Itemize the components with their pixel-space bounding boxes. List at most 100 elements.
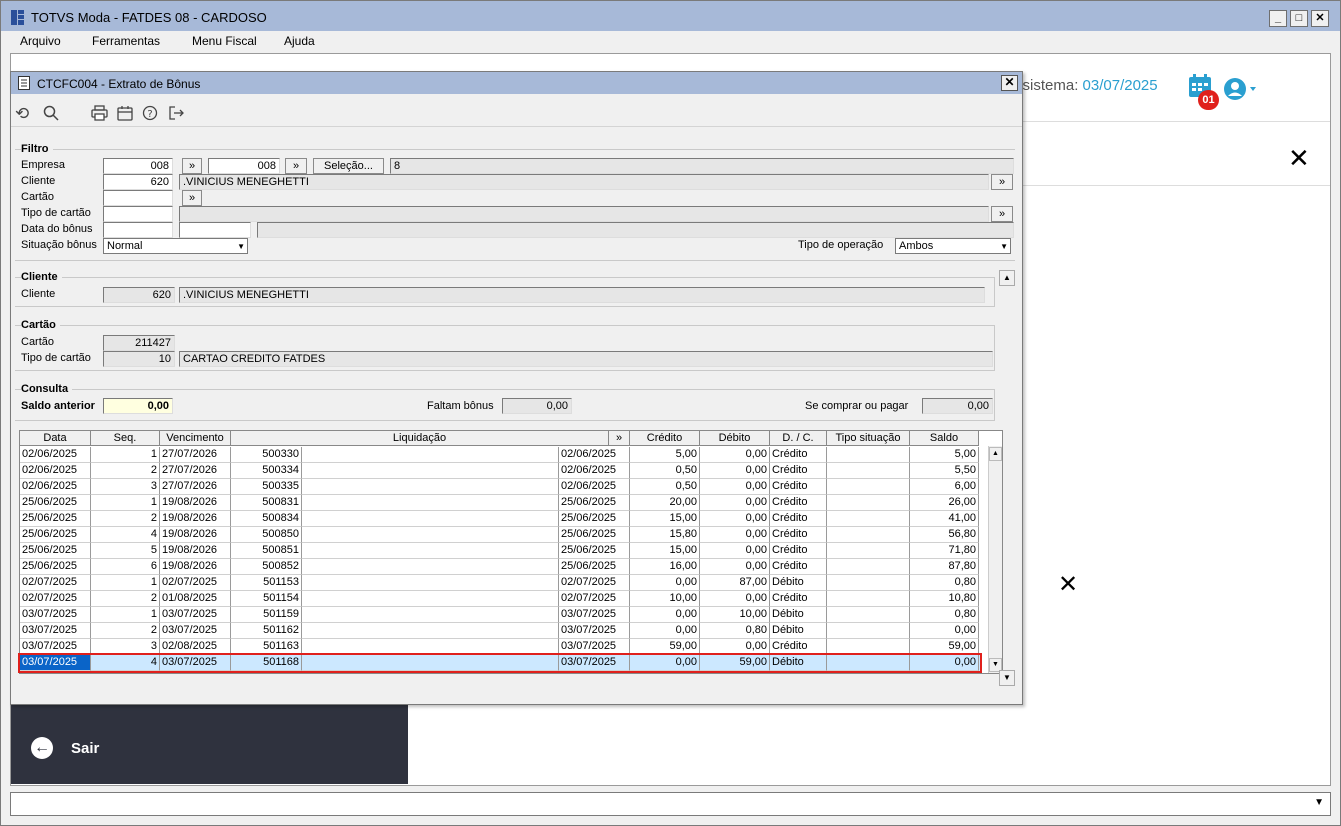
status-combo[interactable]: ▼ (10, 792, 1331, 816)
table-row[interactable]: 02/06/2025 3 27/07/2026 500335 02/06/2025 0,5… (20, 479, 980, 495)
close-icon-secondary[interactable]: ✕ (1058, 570, 1078, 599)
col-dc-header[interactable]: D. / C. (770, 431, 827, 446)
table-row[interactable]: 25/06/2025 5 19/08/2026 500851 25/06/2025 15,… (20, 543, 980, 559)
cell-vencimento: 03/07/2025 (160, 623, 231, 639)
empresa-from-lookup-button[interactable]: » (182, 158, 202, 174)
search-icon[interactable] (43, 105, 59, 121)
cell-dc: Crédito (770, 591, 827, 607)
calendar-toolbar-icon[interactable] (117, 105, 133, 121)
col-liquidacao-header[interactable]: Liquidação (231, 431, 609, 446)
minimize-button[interactable]: _ (1269, 10, 1287, 27)
table-row[interactable]: 02/06/2025 2 27/07/2026 500334 02/06/2025 0,5… (20, 463, 980, 479)
exit-icon[interactable] (168, 105, 185, 121)
data-bonus-to-field[interactable] (179, 222, 251, 238)
user-avatar-icon[interactable] (1222, 77, 1258, 101)
table-row[interactable]: 25/06/2025 1 19/08/2026 500831 25/06/2025 20,… (20, 495, 980, 511)
tipo-cartao-code-field[interactable] (103, 206, 173, 222)
scroll-up-arrow[interactable]: ▲ (989, 447, 1002, 461)
print-icon[interactable] (91, 105, 108, 121)
empresa-from-field[interactable]: 008 (103, 158, 173, 174)
empresa-to-field[interactable]: 008 (208, 158, 280, 174)
situacao-value: Normal (107, 240, 143, 252)
col-data-header[interactable]: Data (20, 431, 91, 446)
cell-liquidacao-date: 25/06/2025 (559, 543, 630, 559)
cartao-lookup-button[interactable]: » (182, 190, 202, 206)
cell-seq: 4 (91, 527, 160, 543)
dialog-close-button[interactable]: ✕ (1001, 75, 1018, 91)
empresa-label: Empresa (21, 159, 66, 171)
cell-vencimento: 27/07/2026 (160, 479, 231, 495)
selecao-button[interactable]: Seleção... (313, 158, 384, 174)
table-row[interactable]: 25/06/2025 2 19/08/2026 500834 25/06/2025 15,… (20, 511, 980, 527)
table-row[interactable]: 02/07/2025 1 02/07/2025 501153 02/07/2025 0,0… (20, 575, 980, 591)
cell-dc: Crédito (770, 495, 827, 511)
col-credito-header[interactable]: Crédito (630, 431, 700, 446)
scroll-down-button[interactable]: ▼ (999, 670, 1015, 686)
menu-arquivo[interactable]: Arquivo (20, 34, 61, 48)
table-row[interactable]: 02/06/2025 1 27/07/2026 500330 02/06/2025 5,0… (20, 447, 980, 463)
cell-data: 02/06/2025 (20, 463, 91, 479)
help-icon[interactable]: ? (142, 105, 158, 121)
table-row[interactable]: 03/07/2025 4 03/07/2025 501168 03/07/2025 0,0… (18, 653, 982, 673)
menu-fiscal[interactable]: Menu Fiscal (192, 34, 257, 48)
cell-liquidacao-date: 02/06/2025 (559, 447, 630, 463)
table-row[interactable]: 03/07/2025 2 03/07/2025 501162 03/07/2025 0,0… (20, 623, 980, 639)
cell-seq: 2 (91, 463, 160, 479)
col-debito-header[interactable]: Débito (700, 431, 770, 446)
cell-saldo: 6,00 (910, 479, 979, 495)
exit-panel[interactable]: ← Sair (11, 704, 408, 784)
maximize-button[interactable]: □ (1290, 10, 1308, 27)
scroll-up-button[interactable]: ▲ (999, 270, 1015, 286)
cell-tipo-situacao (827, 511, 910, 527)
table-row[interactable]: 02/07/2025 2 01/08/2025 501154 02/07/2025 10,… (20, 591, 980, 607)
menu-ferramentas[interactable]: Ferramentas (92, 34, 160, 48)
col-saldo-header[interactable]: Saldo (910, 431, 979, 446)
cartao-filter-label: Cartão (21, 191, 55, 203)
table-row[interactable]: 03/07/2025 1 03/07/2025 501159 03/07/2025 0,0… (20, 607, 980, 623)
refresh-icon[interactable]: ⟲ (15, 104, 29, 124)
cell-debito: 0,00 (700, 479, 770, 495)
cell-seq: 6 (91, 559, 160, 575)
cell-debito: 59,00 (700, 655, 770, 671)
cell-liquidacao-date: 02/07/2025 (559, 575, 630, 591)
extrato-grid[interactable]: Data Seq. Vencimento Liquidação» Crédito Débi… (18, 430, 1003, 674)
grid-vertical-scrollbar[interactable]: ▲ ▼ (988, 446, 1002, 673)
document-icon (18, 76, 30, 90)
cell-liquidacao-desc (302, 591, 559, 607)
table-row[interactable]: 25/06/2025 6 19/08/2026 500852 25/06/2025 16,… (20, 559, 980, 575)
cell-liquidacao-desc (302, 655, 559, 671)
col-tipo-situacao-header[interactable]: Tipo situação (827, 431, 910, 446)
cell-seq: 1 (91, 575, 160, 591)
cliente-lookup-button[interactable]: » (991, 174, 1013, 190)
cliente-info-code: 620 (103, 287, 175, 303)
cell-dc: Crédito (770, 447, 827, 463)
data-bonus-from-field[interactable] (103, 222, 173, 238)
cell-dc: Crédito (770, 479, 827, 495)
menu-ajuda[interactable]: Ajuda (284, 34, 315, 48)
cell-tipo-situacao (827, 623, 910, 639)
cartao-filter-field[interactable] (103, 190, 173, 206)
empresa-to-lookup-button[interactable]: » (285, 158, 307, 174)
tipo-cartao-name-field (179, 206, 989, 222)
col-lookup-header[interactable]: » (609, 431, 630, 446)
cartao-label: Cartão (21, 336, 55, 348)
close-icon[interactable]: ✕ (1288, 143, 1310, 174)
cell-data: 03/07/2025 (20, 655, 91, 671)
tipo-cartao-lookup-button[interactable]: » (991, 206, 1013, 222)
cell-saldo: 87,80 (910, 559, 979, 575)
cell-debito: 0,00 (700, 463, 770, 479)
cell-saldo: 0,00 (910, 655, 979, 671)
cliente-filter-label: Cliente (21, 175, 56, 187)
table-row[interactable]: 03/07/2025 3 02/08/2025 501163 03/07/2025 59,… (20, 639, 980, 655)
cell-liquidacao-date: 03/07/2025 (559, 623, 630, 639)
col-vencimento-header[interactable]: Vencimento (160, 431, 231, 446)
tipo-operacao-dropdown[interactable]: Ambos ▼ (895, 238, 1011, 254)
col-seq-header[interactable]: Seq. (91, 431, 160, 446)
cliente-code-field[interactable]: 620 (103, 174, 173, 190)
situacao-dropdown[interactable]: Normal ▼ (103, 238, 248, 254)
table-row[interactable]: 25/06/2025 4 19/08/2026 500850 25/06/2025 15,… (20, 527, 980, 543)
cell-liquidacao-desc (302, 527, 559, 543)
close-button[interactable]: ✕ (1311, 10, 1329, 27)
chevron-down-icon: ▼ (1314, 797, 1324, 808)
cell-liquidacao-date: 25/06/2025 (559, 495, 630, 511)
